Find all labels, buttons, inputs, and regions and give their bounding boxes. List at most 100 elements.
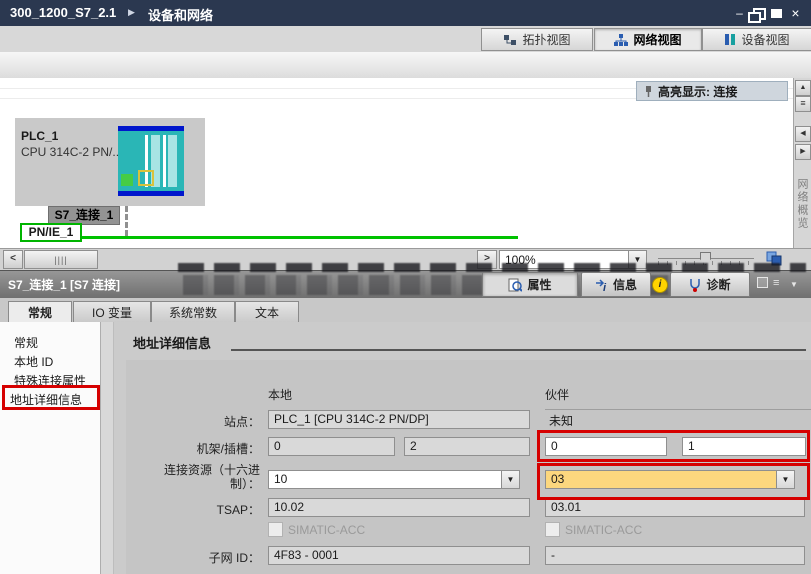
zoom-level-select[interactable]: 100% ▼ — [499, 250, 647, 269]
local-rack-field: 0 — [268, 437, 395, 456]
simatic-acc-local-checkbox[interactable] — [268, 522, 283, 537]
properties-icon — [508, 278, 522, 292]
rack-slot-label: 机架/插槽： — [118, 440, 260, 457]
info-icon: i — [595, 278, 608, 292]
nav-item-special-properties[interactable]: 特殊连接属性 — [14, 372, 86, 388]
tab-diagnostics[interactable]: 诊断 — [670, 272, 750, 297]
inspector-title: S7_连接_1 [S7 连接] — [8, 276, 120, 293]
station-partner-field: 未知 — [545, 409, 811, 429]
collapse-left-button[interactable]: ◀ — [795, 126, 811, 142]
station-local-field: PLC_1 [CPU 314C-2 PN/DP] — [268, 410, 530, 429]
scroll-up-button[interactable]: ▲ — [795, 80, 811, 96]
subnet-line[interactable] — [78, 236, 518, 239]
subnet-local-field: 4F83 - 0001 — [268, 546, 530, 565]
resource-local-select[interactable]: 10 ▼ — [268, 470, 520, 489]
resource-partner-value: 03 — [546, 471, 776, 488]
nav-scrollbar[interactable] — [101, 322, 114, 574]
tsap-partner-field: 03.01 — [545, 498, 805, 517]
profinet-port-icon — [121, 174, 133, 186]
simatic-acc-partner-label: SIMATIC-ACC — [565, 523, 642, 537]
chevron-down-icon[interactable]: ▼ — [628, 251, 646, 268]
chevron-down-icon[interactable]: ▼ — [501, 471, 519, 488]
subtab-general[interactable]: 常规 — [8, 301, 72, 323]
network-canvas[interactable]: PLC_1 CPU 314C-2 PN/... S7_连接_1 PN/IE_1 — [0, 106, 793, 248]
tab-network-view[interactable]: 网络视图 — [594, 28, 702, 51]
subtab-system-constants[interactable]: 系统常数 — [151, 301, 235, 322]
nav-item-general[interactable]: 常规 — [14, 334, 38, 350]
horizontal-scrollbar-thumb[interactable]: |||| — [24, 250, 98, 269]
partner-slot-field[interactable]: 1 — [682, 437, 806, 456]
tab-label: 拓扑视图 — [522, 31, 570, 48]
breadcrumb-arrow-icon: ▶ — [128, 7, 135, 18]
collapse-right-button[interactable]: ▶ — [795, 144, 811, 160]
close-button[interactable]: × — [789, 7, 802, 19]
scroll-right-button[interactable]: > — [477, 250, 497, 269]
network-toolbar: 网络 连接 S7 连接 ▼ NAME — [0, 52, 811, 79]
svg-text:i: i — [603, 282, 607, 292]
local-slot-field: 2 — [404, 437, 530, 456]
resource-label-line2: 制）： — [118, 475, 260, 492]
float-panel-icon[interactable] — [757, 277, 768, 291]
maximize-button[interactable] — [771, 9, 782, 18]
column-header-local: 本地 — [268, 386, 292, 403]
subnet-id-label: 子网 ID： — [118, 549, 260, 566]
pin-icon — [643, 85, 653, 98]
tab-label: 设备视图 — [741, 31, 789, 48]
fit-view-button[interactable] — [765, 250, 783, 267]
title-bar: 300_1200_S7_2.1 ▶ 设备和网络 – × — [0, 0, 811, 26]
section-divider — [231, 349, 806, 351]
minimize-button[interactable]: – — [733, 7, 746, 19]
device-view-icon — [724, 33, 736, 46]
menu-icon[interactable]: ≡ — [773, 277, 779, 289]
network-overview-tab[interactable]: 网络概览 — [796, 166, 810, 242]
network-view-icon — [614, 34, 628, 46]
highlight-connection-chip[interactable]: 高亮显示: 连接 — [636, 81, 788, 101]
tab-label: 信息 — [613, 276, 637, 293]
simatic-acc-local-label: SIMATIC-ACC — [288, 523, 365, 537]
tsap-local-field: 10.02 — [268, 498, 530, 517]
section-title: 地址详细信息 — [133, 333, 211, 352]
breadcrumb-project[interactable]: 300_1200_S7_2.1 — [10, 5, 116, 20]
canvas-status-bar — [0, 248, 811, 271]
tab-properties[interactable]: 属性 — [482, 272, 578, 297]
nav-item-address-details[interactable]: 地址详细信息 — [10, 391, 82, 407]
tia-portal-window: 300_1200_S7_2.1 ▶ 设备和网络 – × 拓扑视图 网络视图 设备… — [0, 0, 811, 574]
tab-label: 属性 — [527, 276, 551, 293]
tab-label: 网络视图 — [633, 31, 681, 48]
column-header-partner: 伙伴 — [545, 386, 569, 403]
partner-rack-field[interactable]: 0 — [545, 437, 667, 456]
plc-device[interactable]: PLC_1 CPU 314C-2 PN/... — [15, 118, 205, 206]
tsap-label: TSAP： — [118, 501, 260, 518]
zoom-level-value: 100% — [500, 253, 628, 267]
splitter-grip[interactable]: ≡ — [795, 96, 811, 112]
subtab-texts[interactable]: 文本 — [235, 301, 299, 322]
subnet-partner-field: - — [545, 546, 805, 565]
mpi-port-icon — [138, 170, 154, 186]
view-tab-bar: 拓扑视图 网络视图 设备视图 — [0, 26, 811, 53]
float-icon — [748, 12, 761, 23]
subnet-label[interactable]: PN/IE_1 — [20, 223, 82, 242]
topology-view-icon — [503, 34, 517, 46]
nav-item-local-id[interactable]: 本地 ID — [14, 353, 53, 369]
simatic-acc-partner-checkbox[interactable] — [545, 522, 560, 537]
tab-device-view[interactable]: 设备视图 — [702, 28, 811, 51]
breadcrumb-page[interactable]: 设备和网络 — [148, 5, 213, 24]
tab-topology-view[interactable]: 拓扑视图 — [481, 28, 593, 51]
plc-name: PLC_1 — [21, 129, 58, 143]
tab-info[interactable]: i 信息 — [581, 272, 651, 297]
plc-model: CPU 314C-2 PN/... — [21, 145, 122, 159]
station-label: 站点： — [118, 413, 260, 430]
chevron-down-icon[interactable]: ▼ — [776, 471, 794, 488]
scroll-left-button[interactable]: < — [3, 250, 23, 269]
info-warning-badge: i — [652, 277, 668, 293]
tab-label: 诊断 — [706, 276, 730, 293]
connection-dashed-line — [125, 206, 128, 236]
diagnostics-icon — [689, 278, 701, 292]
subtab-io-tags[interactable]: IO 变量 — [73, 301, 151, 322]
resource-partner-select[interactable]: 03 ▼ — [545, 470, 795, 489]
fit-view-icon — [765, 250, 783, 267]
highlight-connection-label: 高亮显示: 连接 — [658, 83, 737, 100]
collapse-panel-icon[interactable]: ▼ — [790, 280, 798, 289]
cpu-image[interactable] — [118, 126, 184, 196]
resource-local-value: 10 — [269, 471, 501, 488]
